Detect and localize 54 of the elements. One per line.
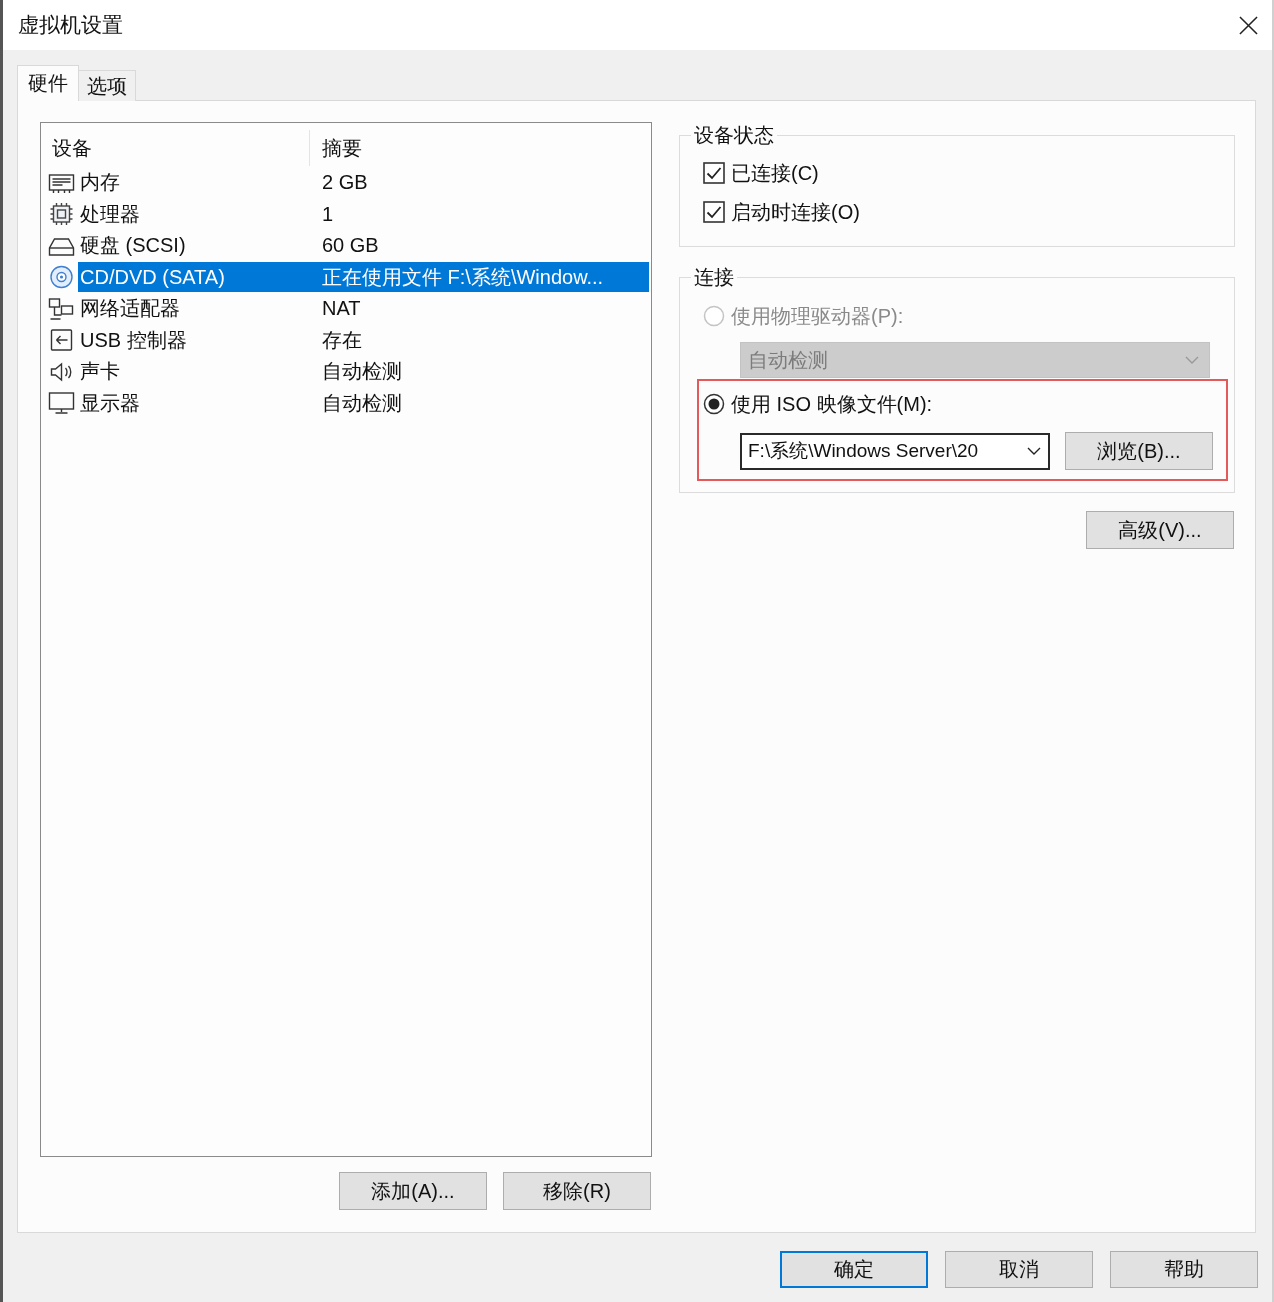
browse-button[interactable]: 浏览(B)... [1065, 432, 1213, 470]
checkbox[interactable] [703, 201, 725, 223]
list-button[interactable]: 添加(A)... [339, 1172, 487, 1210]
list-item[interactable]: 声卡 自动检测 [78, 356, 649, 387]
list-item[interactable]: CD/DVD (SATA) 正在使用文件 F:\系统\Window... [78, 262, 649, 293]
checkbox-label: 启动时连接(O) [731, 199, 860, 225]
radio-label: 使用 ISO 映像文件(M): [731, 391, 933, 417]
network-icon [48, 296, 75, 321]
group-title: 设备状态 [693, 123, 775, 148]
caret-icon [1185, 356, 1199, 364]
disc-icon [48, 265, 75, 290]
monitor-icon [48, 391, 75, 416]
column-header: 摘要 [322, 136, 362, 159]
list-item[interactable]: 内存 2 GB [78, 167, 649, 198]
device-name: CD/DVD (SATA) [79, 265, 226, 289]
list-item[interactable]: 硬盘 (SCSI) 60 GB [78, 230, 649, 261]
list-button[interactable]: 移除(R) [503, 1172, 651, 1210]
device-name: 声卡 [79, 359, 121, 385]
checkbox[interactable] [703, 162, 725, 184]
advanced-button[interactable]: 高级(V)... [1086, 511, 1234, 549]
device-summary: NAT [322, 297, 361, 321]
device-summary: 正在使用文件 F:\系统\Window... [322, 264, 604, 290]
list-item[interactable]: 网络适配器 NAT [78, 293, 649, 324]
device-name: 内存 [79, 170, 121, 196]
list-item[interactable]: 显示器 自动检测 [78, 388, 649, 419]
device-name: 处理器 [79, 201, 141, 227]
device-summary: 存在 [322, 327, 362, 353]
usb-icon [48, 328, 75, 353]
close-icon[interactable] [1239, 15, 1258, 35]
window-title: 虚拟机设置 [18, 12, 123, 38]
radio-label: 使用物理驱动器(P): [731, 303, 904, 329]
column-header: 设备 [52, 135, 92, 161]
tab[interactable]: 选项 [79, 70, 136, 101]
combo-box[interactable]: F:\系统\Windows Server\20 [740, 432, 1050, 470]
list-item[interactable]: 处理器 1 [78, 199, 649, 230]
group-title: 连接 [693, 265, 735, 290]
dialog-button[interactable]: 取消 [945, 1251, 1093, 1288]
device-name: 硬盘 (SCSI) [79, 233, 187, 259]
device-name: 显示器 [79, 390, 141, 416]
chip-icon [48, 202, 75, 227]
radio-button[interactable] [703, 393, 725, 415]
device-summary: 自动检测 [322, 390, 402, 416]
device-name: 网络适配器 [79, 296, 181, 322]
list-item[interactable]: USB 控制器 存在 [78, 325, 649, 356]
dialog-button[interactable]: 确定 [780, 1251, 928, 1288]
caret-icon [1027, 447, 1041, 455]
device-summary: 60 GB [322, 234, 379, 258]
device-summary: 自动检测 [322, 359, 402, 385]
device-summary: 1 [322, 202, 334, 226]
tab[interactable]: 硬件 [17, 65, 79, 101]
device-name: USB 控制器 [79, 327, 188, 353]
device-summary: 2 GB [322, 171, 368, 195]
dialog-button[interactable]: 帮助 [1110, 1251, 1258, 1288]
checkbox-label: 已连接(C) [731, 160, 819, 186]
